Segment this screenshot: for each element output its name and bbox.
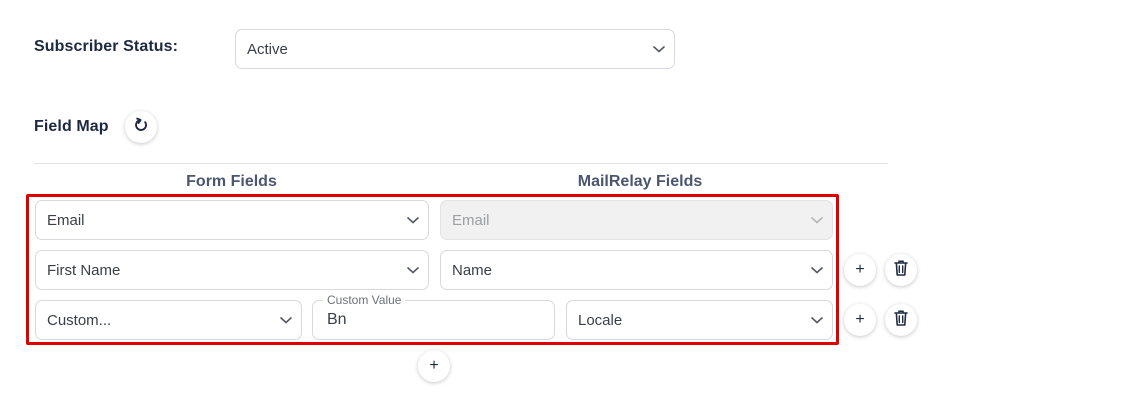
field-map-title: Field Map bbox=[34, 118, 109, 135]
row3-add-button[interactable]: + bbox=[844, 304, 876, 336]
row2-delete-button[interactable] bbox=[885, 254, 917, 286]
plus-icon: + bbox=[429, 357, 439, 374]
subscriber-status-value: Active bbox=[247, 40, 288, 58]
refresh-field-map-button[interactable] bbox=[125, 111, 157, 143]
divider bbox=[34, 163, 888, 164]
row3-delete-button[interactable] bbox=[885, 304, 917, 336]
row2-add-button[interactable]: + bbox=[844, 254, 876, 286]
header-form-fields: Form Fields bbox=[186, 173, 277, 190]
refresh-icon bbox=[133, 117, 149, 138]
trash-icon bbox=[893, 259, 909, 282]
header-mailrelay-fields: MailRelay Fields bbox=[577, 173, 703, 190]
subscriber-status-label: Subscriber Status: bbox=[34, 38, 179, 55]
add-field-row-button[interactable]: + bbox=[418, 350, 450, 382]
chevron-down-icon bbox=[652, 44, 666, 54]
plus-icon: + bbox=[855, 311, 865, 328]
highlight-box bbox=[26, 194, 839, 345]
plus-icon: + bbox=[855, 261, 865, 278]
subscriber-status-select[interactable]: Active bbox=[235, 29, 675, 69]
trash-icon bbox=[893, 309, 909, 332]
